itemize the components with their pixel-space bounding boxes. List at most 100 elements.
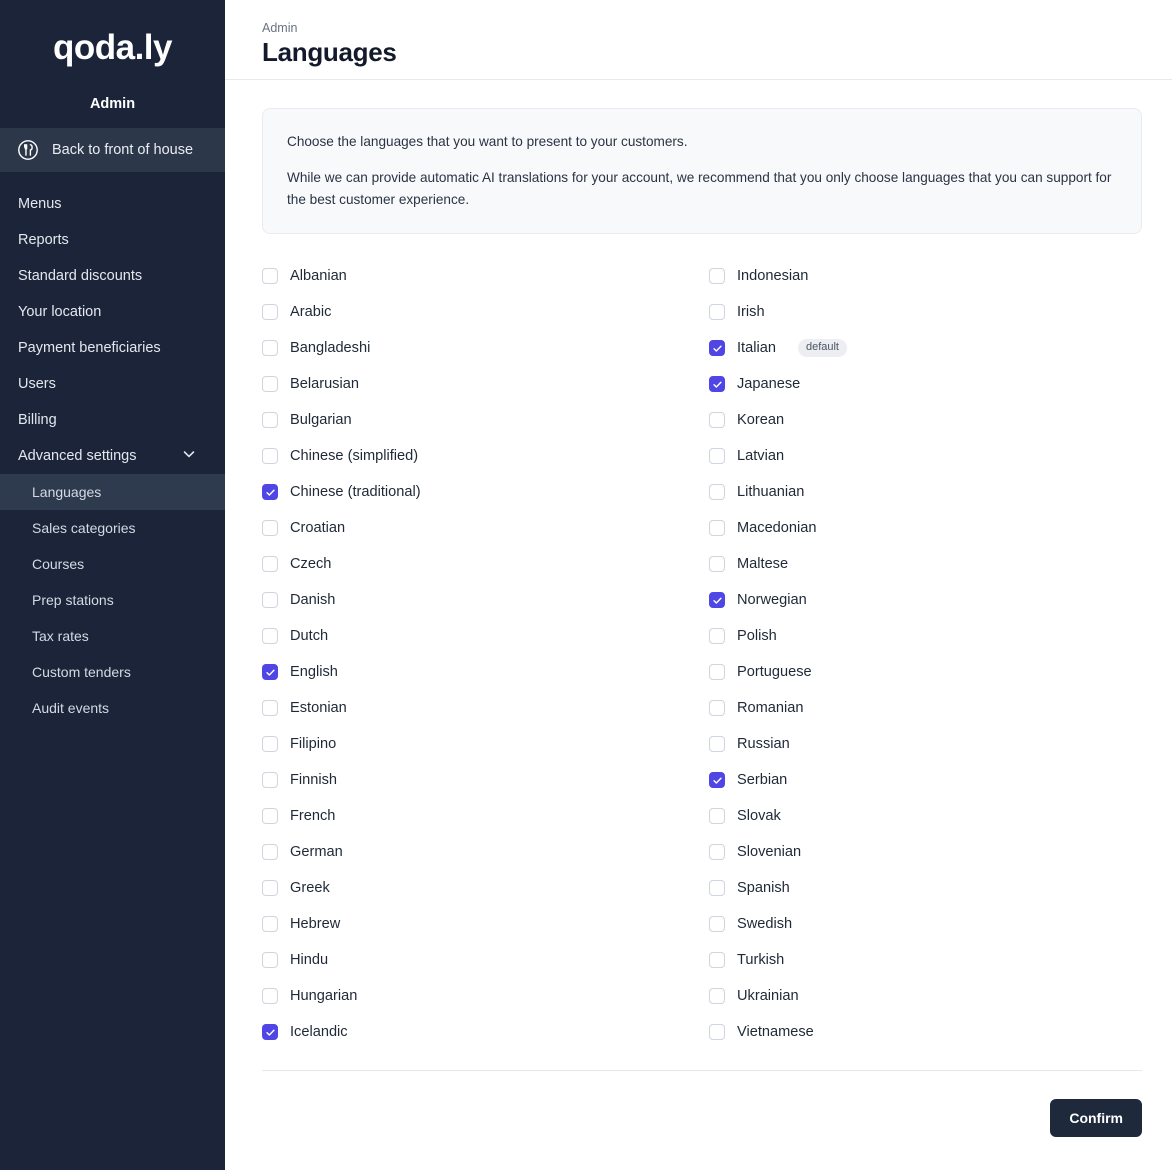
language-row[interactable]: Bulgarian: [262, 402, 709, 438]
sidebar-item-advanced-settings[interactable]: Advanced settings: [0, 438, 225, 474]
language-row[interactable]: Slovak: [709, 798, 1142, 834]
language-row[interactable]: Chinese (simplified): [262, 438, 709, 474]
checkbox-unchecked-icon[interactable]: [709, 556, 725, 573]
language-row[interactable]: Greek: [262, 870, 709, 906]
checkbox-unchecked-icon[interactable]: [709, 628, 725, 645]
language-row[interactable]: Hebrew: [262, 906, 709, 942]
language-row[interactable]: Icelandic: [262, 1014, 709, 1050]
language-row[interactable]: Japanese: [709, 366, 1142, 402]
checkbox-unchecked-icon[interactable]: [262, 808, 278, 825]
checkbox-unchecked-icon[interactable]: [709, 844, 725, 861]
confirm-button[interactable]: Confirm: [1050, 1099, 1142, 1138]
checkbox-unchecked-icon[interactable]: [709, 988, 725, 1005]
checkbox-checked-icon[interactable]: [709, 376, 725, 393]
checkbox-unchecked-icon[interactable]: [709, 1024, 725, 1041]
language-row[interactable]: Belarusian: [262, 366, 709, 402]
language-row[interactable]: Ukrainian: [709, 978, 1142, 1014]
language-row[interactable]: German: [262, 834, 709, 870]
checkbox-unchecked-icon[interactable]: [262, 880, 278, 897]
sidebar-item-reports[interactable]: Reports: [0, 222, 225, 258]
checkbox-unchecked-icon[interactable]: [262, 844, 278, 861]
language-row[interactable]: Finnish: [262, 762, 709, 798]
language-row[interactable]: Norwegian: [709, 582, 1142, 618]
language-row[interactable]: Hungarian: [262, 978, 709, 1014]
language-row[interactable]: Hindu: [262, 942, 709, 978]
checkbox-checked-icon[interactable]: [262, 664, 278, 681]
checkbox-unchecked-icon[interactable]: [709, 952, 725, 969]
checkbox-unchecked-icon[interactable]: [709, 916, 725, 933]
checkbox-unchecked-icon[interactable]: [262, 628, 278, 645]
language-row[interactable]: Latvian: [709, 438, 1142, 474]
sidebar-item-prep-stations[interactable]: Prep stations: [0, 582, 225, 618]
language-row[interactable]: Chinese (traditional): [262, 474, 709, 510]
language-row[interactable]: Lithuanian: [709, 474, 1142, 510]
language-row[interactable]: Vietnamese: [709, 1014, 1142, 1050]
language-row[interactable]: Russian: [709, 726, 1142, 762]
sidebar-item-users[interactable]: Users: [0, 366, 225, 402]
sidebar-item-your-location[interactable]: Your location: [0, 294, 225, 330]
chevron-down-icon[interactable]: [181, 446, 207, 466]
sidebar-item-menus[interactable]: Menus: [0, 186, 225, 222]
language-row[interactable]: English: [262, 654, 709, 690]
sidebar-item-standard-discounts[interactable]: Standard discounts: [0, 258, 225, 294]
checkbox-unchecked-icon[interactable]: [709, 664, 725, 681]
checkbox-checked-icon[interactable]: [709, 340, 725, 357]
checkbox-unchecked-icon[interactable]: [709, 304, 725, 321]
language-row[interactable]: Maltese: [709, 546, 1142, 582]
language-row[interactable]: Italian default: [709, 330, 1142, 366]
language-row[interactable]: Serbian: [709, 762, 1142, 798]
checkbox-unchecked-icon[interactable]: [262, 916, 278, 933]
language-row[interactable]: Filipino: [262, 726, 709, 762]
sidebar-item-courses[interactable]: Courses: [0, 546, 225, 582]
sidebar-item-payment-beneficiaries[interactable]: Payment beneficiaries: [0, 330, 225, 366]
checkbox-unchecked-icon[interactable]: [709, 880, 725, 897]
checkbox-unchecked-icon[interactable]: [262, 376, 278, 393]
language-row[interactable]: Swedish: [709, 906, 1142, 942]
language-row[interactable]: Slovenian: [709, 834, 1142, 870]
checkbox-unchecked-icon[interactable]: [262, 412, 278, 429]
checkbox-unchecked-icon[interactable]: [262, 952, 278, 969]
checkbox-unchecked-icon[interactable]: [262, 268, 278, 285]
language-row[interactable]: Dutch: [262, 618, 709, 654]
language-row[interactable]: Bangladeshi: [262, 330, 709, 366]
checkbox-unchecked-icon[interactable]: [262, 736, 278, 753]
checkbox-unchecked-icon[interactable]: [262, 700, 278, 717]
sidebar-item-billing[interactable]: Billing: [0, 402, 225, 438]
checkbox-unchecked-icon[interactable]: [709, 520, 725, 537]
checkbox-unchecked-icon[interactable]: [709, 484, 725, 501]
language-row[interactable]: Macedonian: [709, 510, 1142, 546]
language-row[interactable]: Estonian: [262, 690, 709, 726]
checkbox-checked-icon[interactable]: [262, 1024, 278, 1041]
language-row[interactable]: Korean: [709, 402, 1142, 438]
checkbox-unchecked-icon[interactable]: [262, 304, 278, 321]
brand-logo[interactable]: qoda.ly: [0, 0, 225, 96]
sidebar-item-sales-categories[interactable]: Sales categories: [0, 510, 225, 546]
checkbox-unchecked-icon[interactable]: [709, 700, 725, 717]
checkbox-unchecked-icon[interactable]: [262, 520, 278, 537]
checkbox-checked-icon[interactable]: [709, 592, 725, 609]
checkbox-unchecked-icon[interactable]: [709, 412, 725, 429]
sidebar-item-audit-events[interactable]: Audit events: [0, 690, 225, 726]
checkbox-unchecked-icon[interactable]: [709, 268, 725, 285]
checkbox-unchecked-icon[interactable]: [262, 340, 278, 357]
language-row[interactable]: Arabic: [262, 294, 709, 330]
sidebar-item-custom-tenders[interactable]: Custom tenders: [0, 654, 225, 690]
checkbox-unchecked-icon[interactable]: [709, 808, 725, 825]
language-row[interactable]: Turkish: [709, 942, 1142, 978]
language-row[interactable]: Danish: [262, 582, 709, 618]
language-row[interactable]: French: [262, 798, 709, 834]
language-row[interactable]: Indonesian: [709, 258, 1142, 294]
checkbox-unchecked-icon[interactable]: [262, 988, 278, 1005]
language-row[interactable]: Irish: [709, 294, 1142, 330]
checkbox-unchecked-icon[interactable]: [262, 592, 278, 609]
checkbox-unchecked-icon[interactable]: [262, 772, 278, 789]
checkbox-unchecked-icon[interactable]: [709, 448, 725, 465]
sidebar-item-languages[interactable]: Languages: [0, 474, 225, 510]
checkbox-unchecked-icon[interactable]: [262, 448, 278, 465]
language-row[interactable]: Portuguese: [709, 654, 1142, 690]
language-row[interactable]: Polish: [709, 618, 1142, 654]
language-row[interactable]: Romanian: [709, 690, 1142, 726]
checkbox-checked-icon[interactable]: [709, 772, 725, 789]
language-row[interactable]: Czech: [262, 546, 709, 582]
checkbox-checked-icon[interactable]: [262, 484, 278, 501]
